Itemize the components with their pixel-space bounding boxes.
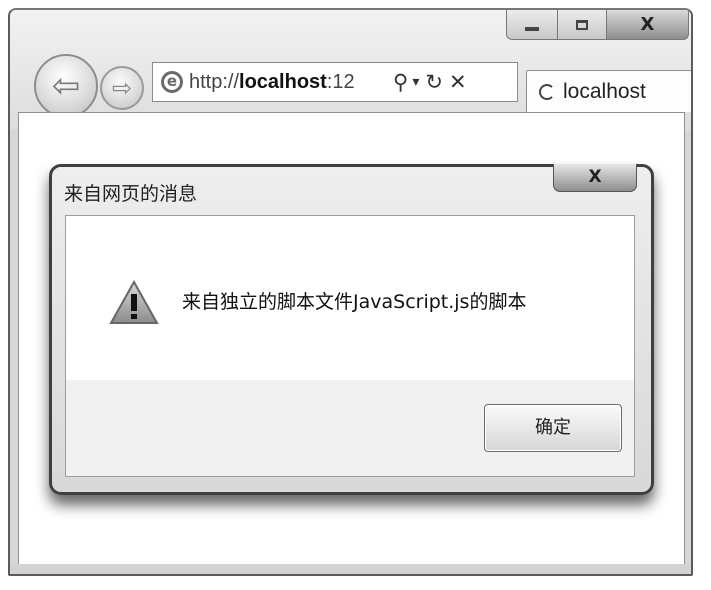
message-text: 来自独立的脚本文件JavaScript.js的脚本 [182,291,527,313]
dialog-body: 来自独立的脚本文件JavaScript.js的脚本 确定 [65,215,635,477]
maximize-button[interactable] [557,10,607,40]
tab-localhost[interactable]: localhost [526,70,691,112]
dropdown-arrow-icon[interactable]: ▾ [412,75,419,89]
stop-icon[interactable]: ✕ [449,71,467,93]
message-area: 来自独立的脚本文件JavaScript.js的脚本 [66,216,634,380]
button-area: 确定 [66,380,634,476]
warning-icon [109,280,159,324]
dialog-title: 来自网页的消息 [64,183,198,205]
tab-label: localhost [563,79,646,103]
close-icon: X [588,167,602,187]
forward-button[interactable]: ⇨ [100,66,144,110]
window-close-button[interactable]: X [606,10,689,40]
close-icon: X [640,14,655,35]
ok-button[interactable]: 确定 [484,404,622,452]
forward-arrow-icon: ⇨ [111,74,133,102]
back-arrow-icon: ⇦ [51,66,81,106]
dialog-close-button[interactable]: X [553,164,637,192]
url-host: localhost [239,70,327,93]
ie-logo-icon: e [161,71,183,93]
search-icon[interactable]: ⚲ [393,71,408,93]
address-bar[interactable]: e http://localhost:12 ⚲ ▾ ↻ ✕ [152,62,518,102]
back-button[interactable]: ⇦ [34,54,98,118]
maximize-icon [576,19,588,30]
url-text[interactable]: http://localhost:12 [189,71,387,94]
minimize-icon [525,26,539,31]
minimize-button[interactable] [506,10,558,40]
message-dialog: 来自网页的消息 X 来自独立的脚本文件JavaScript.js的脚本 确定 [49,164,654,495]
browser-frame-bottom [10,564,691,574]
refresh-icon[interactable]: ↻ [425,71,443,93]
loading-icon [539,83,555,100]
url-port: :12 [326,70,355,93]
url-scheme: http:// [189,70,240,93]
